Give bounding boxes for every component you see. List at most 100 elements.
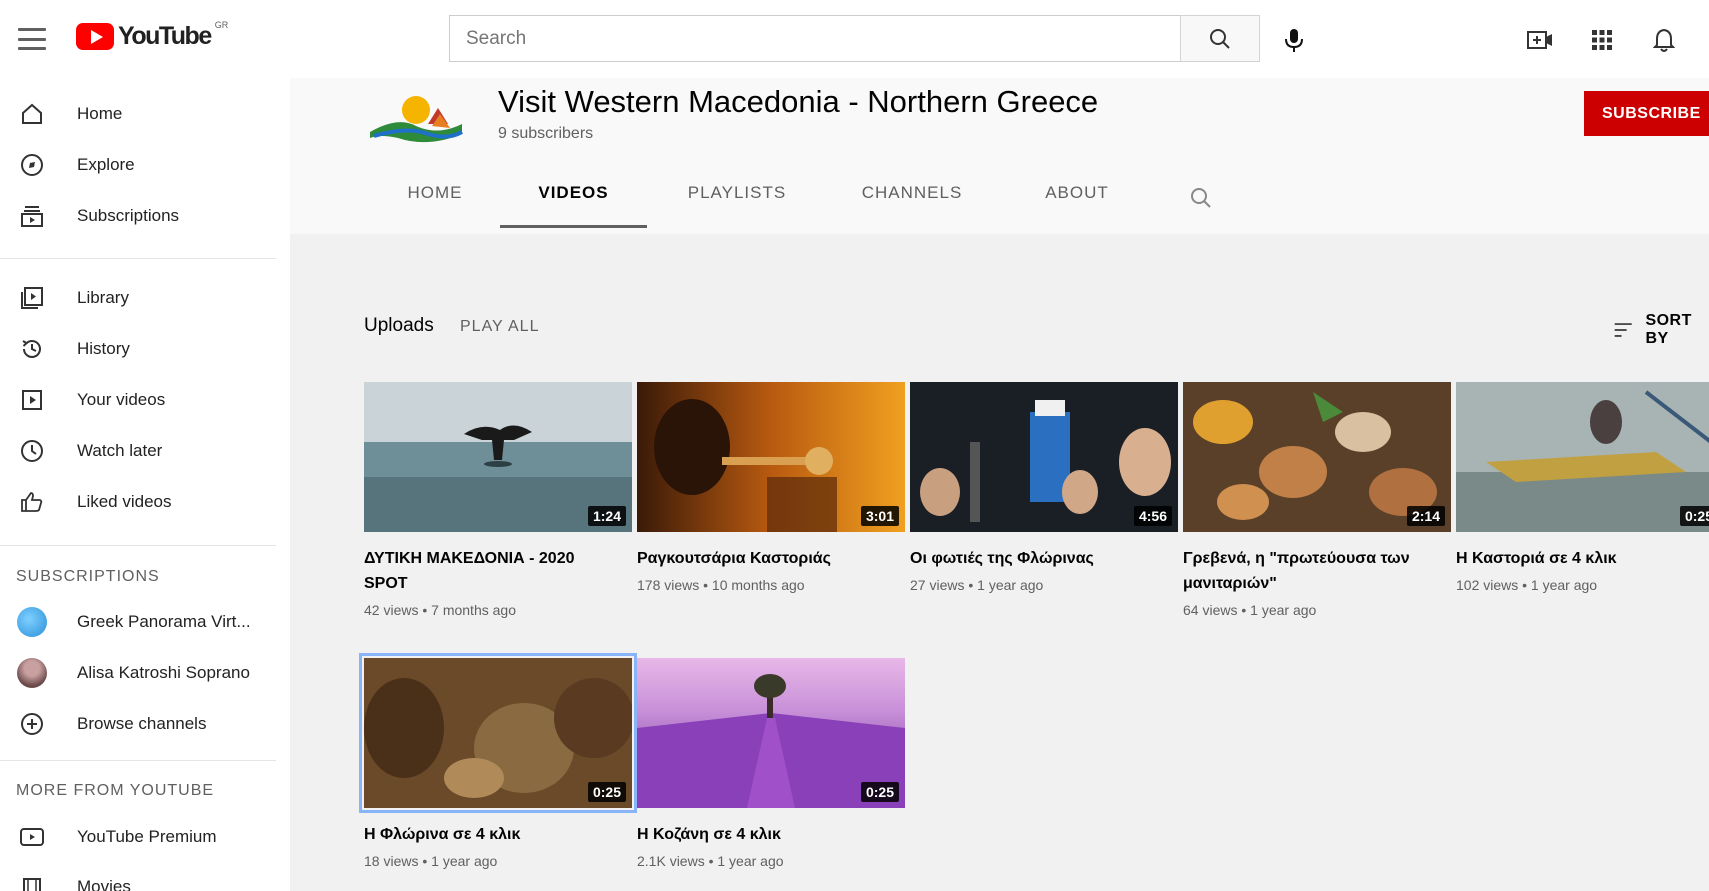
hamburger-menu-icon[interactable]	[18, 28, 46, 50]
video-card[interactable]: 2:14 Γρεβενά, η "πρωτεύουσα των μανιταρι…	[1183, 382, 1451, 618]
sort-icon	[1614, 323, 1632, 337]
subscriber-count: 9 subscribers	[498, 125, 594, 142]
sidebar-item-library[interactable]: Library	[0, 274, 290, 322]
video-card[interactable]: 0:25 Η Φλώρινα σε 4 κλικ 18 views • 1 ye…	[359, 653, 637, 869]
your-videos-icon	[18, 386, 46, 414]
compass-icon	[18, 151, 46, 179]
thumbs-up-icon	[18, 488, 46, 516]
video-thumbnail[interactable]: 0:25	[637, 658, 905, 808]
search-input[interactable]	[449, 15, 1180, 62]
video-title[interactable]: Ραγκουτσάρια Καστοριάς	[637, 546, 889, 571]
video-card[interactable]: 4:56 Οι φωτιές της Φλώρινας 27 views • 1…	[910, 382, 1178, 593]
video-duration: 0:25	[587, 782, 626, 802]
active-tab-indicator	[500, 225, 647, 228]
sidebar-item-label: Your videos	[77, 390, 166, 409]
sidebar-item-explore[interactable]: Explore	[0, 141, 290, 189]
sidebar-item-label: Library	[77, 288, 129, 307]
video-title[interactable]: ΔΥΤΙΚΗ ΜΑΚΕΔΟΝΙΑ - 2020 SPOT	[364, 546, 616, 596]
video-meta: 42 views • 7 months ago	[364, 602, 516, 618]
notifications-button[interactable]	[1646, 22, 1682, 58]
subscription-label: Greek Panorama Virt...	[77, 612, 251, 631]
subscribe-button[interactable]: SUBSCRIBE	[1584, 91, 1709, 136]
sidebar-item-home[interactable]: Home	[0, 90, 290, 138]
tab-about[interactable]: ABOUT	[1012, 168, 1142, 218]
video-thumbnail[interactable]: 0:25	[1456, 382, 1709, 532]
video-duration: 0:25	[860, 782, 899, 802]
channel-header: Visit Western Macedonia - Northern Greec…	[290, 78, 1709, 234]
sidebar-subscription-alisa-katroshi[interactable]: Alisa Katroshi Soprano	[0, 649, 290, 697]
tab-videos[interactable]: VIDEOS	[500, 168, 647, 218]
search-bar	[449, 15, 1260, 62]
subscriptions-icon	[18, 202, 46, 230]
search-icon	[1191, 188, 1211, 208]
video-title[interactable]: Η Φλώρινα σε 4 κλικ	[364, 822, 616, 847]
apps-grid-icon	[1592, 30, 1612, 50]
video-card[interactable]: 3:01 Ραγκουτσάρια Καστοριάς 178 views • …	[637, 382, 905, 593]
video-card[interactable]: 0:25 Η Κοζάνη σε 4 κλικ 2.1K views • 1 y…	[637, 658, 905, 869]
video-duration: 0:25	[1679, 506, 1709, 526]
sort-button[interactable]: SORT BY	[1613, 312, 1709, 348]
channel-avatar[interactable]	[368, 86, 464, 146]
video-meta: 2.1K views • 1 year ago	[637, 853, 784, 869]
video-thumbnail[interactable]: 2:14	[1183, 382, 1451, 532]
logo-country-code: GR	[214, 20, 229, 30]
video-card[interactable]: 0:25 Η Καστοριά σε 4 κλικ 102 views • 1 …	[1456, 382, 1709, 593]
search-button[interactable]	[1180, 15, 1260, 62]
youtube-logo[interactable]: YouTube GR	[76, 20, 229, 51]
sidebar-item-label: History	[77, 339, 130, 358]
sidebar-item-your-videos[interactable]: Your videos	[0, 376, 290, 424]
film-icon	[18, 873, 46, 891]
video-duration: 2:14	[1406, 506, 1445, 526]
sidebar-item-label: Home	[77, 104, 123, 123]
video-card[interactable]: 1:24 ΔΥΤΙΚΗ ΜΑΚΕΔΟΝΙΑ - 2020 SPOT 42 vie…	[364, 382, 632, 618]
sidebar-item-label: Liked videos	[77, 492, 172, 511]
sidebar-item-movies[interactable]: Movies	[0, 863, 290, 891]
history-icon	[18, 335, 46, 363]
sidebar-item-subscriptions[interactable]: Subscriptions	[0, 192, 290, 240]
sidebar-item-label: Subscriptions	[77, 206, 180, 225]
video-thumbnail[interactable]: 3:01	[637, 382, 905, 532]
video-meta: 18 views • 1 year ago	[364, 853, 498, 869]
avatar	[17, 658, 47, 688]
add-circle-icon	[18, 710, 46, 738]
video-thumbnail[interactable]: 0:25	[359, 653, 637, 813]
channel-search-button[interactable]	[1186, 183, 1216, 213]
video-thumbnail[interactable]: 4:56	[910, 382, 1178, 532]
subscription-label: Alisa Katroshi Soprano	[77, 663, 250, 682]
tab-playlists[interactable]: PLAYLISTS	[662, 168, 812, 218]
sidebar-item-watch-later[interactable]: Watch later	[0, 427, 290, 475]
video-title[interactable]: Γρεβενά, η "πρωτεύουσα των μανιταριών"	[1183, 546, 1435, 596]
search-icon	[1210, 28, 1230, 49]
sidebar-item-liked-videos[interactable]: Liked videos	[0, 478, 290, 526]
tab-channels[interactable]: CHANNELS	[832, 168, 992, 218]
apps-button[interactable]	[1584, 22, 1620, 58]
sidebar-divider	[0, 545, 276, 546]
masthead: YouTube GR	[0, 0, 1709, 78]
sidebar-item-label: Movies	[77, 877, 131, 891]
subscriptions-section-title: SUBSCRIPTIONS	[16, 568, 160, 585]
more-from-youtube-title: MORE FROM YOUTUBE	[16, 782, 215, 799]
voice-search-button[interactable]	[1276, 22, 1312, 58]
sort-label: SORT BY	[1645, 312, 1692, 347]
play-all-button[interactable]: PLAY ALL	[460, 318, 539, 336]
sidebar-item-label: YouTube Premium	[77, 827, 217, 846]
video-meta: 102 views • 1 year ago	[1456, 577, 1598, 593]
video-duration: 3:01	[860, 506, 899, 526]
microphone-icon	[1285, 29, 1303, 52]
avatar	[17, 607, 47, 637]
video-title[interactable]: Η Καστοριά σε 4 κλικ	[1456, 546, 1708, 571]
tab-home[interactable]: HOME	[380, 168, 490, 218]
sidebar-browse-channels[interactable]: Browse channels	[0, 700, 290, 748]
home-icon	[18, 100, 46, 128]
video-title[interactable]: Η Κοζάνη σε 4 κλικ	[637, 822, 889, 847]
youtube-app: YouTube GR Home Explore	[0, 0, 1709, 891]
sidebar-subscription-greek-panorama[interactable]: Greek Panorama Virt...	[0, 598, 290, 646]
create-video-button[interactable]	[1522, 22, 1558, 58]
video-thumbnail[interactable]: 1:24	[364, 382, 632, 532]
video-title[interactable]: Οι φωτιές της Φλώρινας	[910, 546, 1162, 571]
sidebar-item-youtube-premium[interactable]: YouTube Premium	[0, 813, 290, 861]
library-icon	[18, 284, 46, 312]
sidebar-divider	[0, 760, 276, 761]
channel-page: Visit Western Macedonia - Northern Greec…	[290, 78, 1709, 891]
sidebar-item-history[interactable]: History	[0, 325, 290, 373]
